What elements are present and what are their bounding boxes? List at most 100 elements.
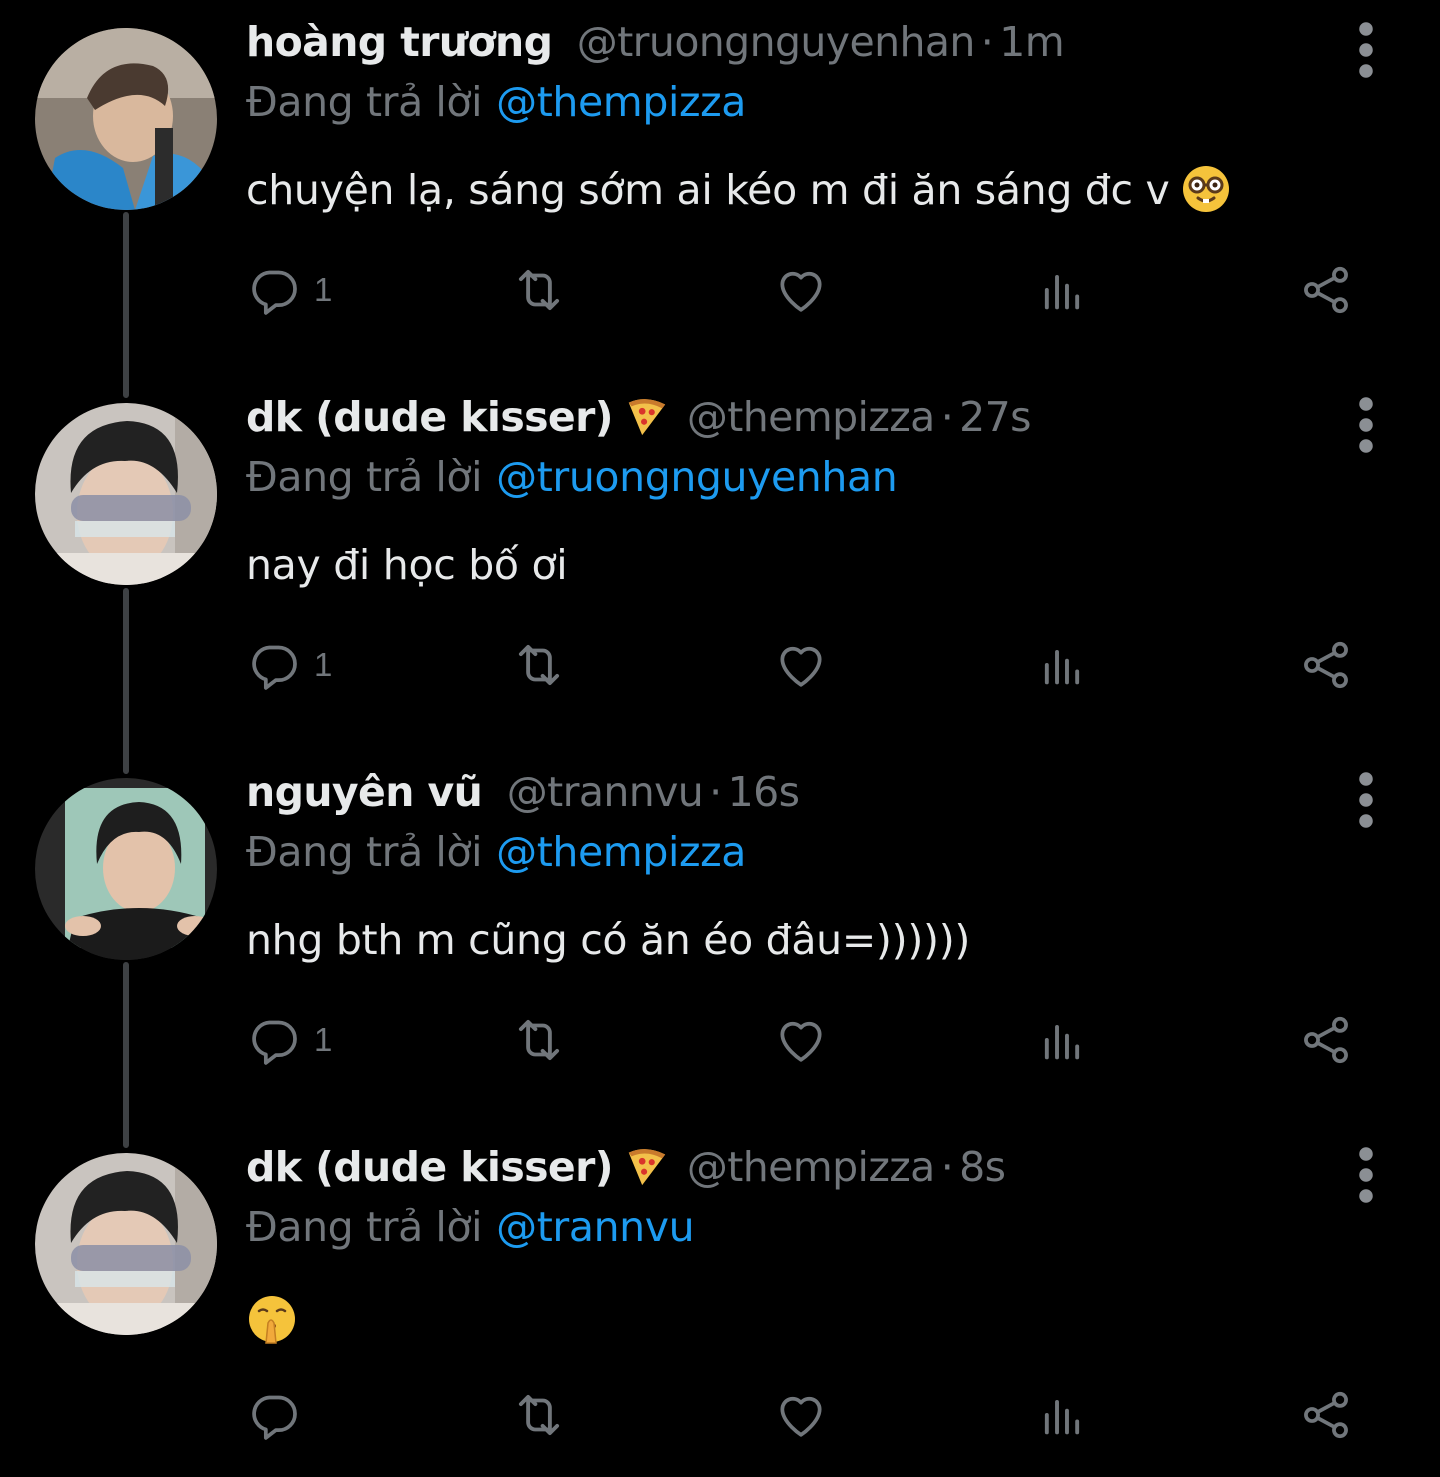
tweet[interactable]: hoàng trương @truongnguyenhan · 1m Đang tr… xyxy=(0,0,1440,375)
action-bar: 1 xyxy=(246,260,1366,320)
handle[interactable]: @truongnguyenhan xyxy=(577,18,976,66)
pizza-icon xyxy=(623,393,669,439)
share-button[interactable] xyxy=(1298,1385,1354,1445)
tweet-header: nguyên vũ @trannvu · 16s xyxy=(246,762,800,822)
like-button[interactable] xyxy=(773,635,829,695)
separator: · xyxy=(709,768,722,816)
tweet-header: dk (dude kisser) @thempizza · 8s xyxy=(246,1137,1006,1197)
avatar[interactable] xyxy=(35,28,217,210)
reply-button[interactable] xyxy=(246,1385,302,1445)
share-button[interactable] xyxy=(1298,1010,1354,1070)
reply-icon xyxy=(246,637,302,693)
retweet-button[interactable] xyxy=(510,1010,568,1070)
replying-to: Đang trả lời @trannvu xyxy=(246,1197,695,1257)
reply-icon xyxy=(246,1387,302,1443)
avatar[interactable] xyxy=(35,403,217,585)
share-icon xyxy=(1298,262,1354,318)
share-icon xyxy=(1298,637,1354,693)
replying-to-label: Đang trả lời xyxy=(246,78,483,126)
reply-button[interactable]: 1 xyxy=(246,1010,332,1070)
replying-to-label: Đang trả lời xyxy=(246,1203,483,1251)
action-bar: 1 xyxy=(246,1010,1366,1070)
views-button[interactable] xyxy=(1036,1010,1088,1070)
more-button[interactable] xyxy=(1350,770,1382,830)
replying-to: Đang trả lời @thempizza xyxy=(246,822,746,882)
display-name[interactable]: hoàng trương xyxy=(246,18,553,66)
timestamp[interactable]: 16s xyxy=(728,768,800,816)
tweet-text: chuyện lạ, sáng sớm ai kéo m đi ăn sáng … xyxy=(246,158,1231,222)
pizza-icon xyxy=(623,1143,669,1189)
display-name[interactable]: dk (dude kisser) xyxy=(246,1143,613,1191)
separator: · xyxy=(980,18,994,66)
timestamp[interactable]: 1m xyxy=(999,18,1064,66)
replying-to-label: Đang trả lời xyxy=(246,828,483,876)
share-button[interactable] xyxy=(1298,635,1354,695)
views-button[interactable] xyxy=(1036,635,1088,695)
separator: · xyxy=(940,393,954,441)
tweet-header: hoàng trương @truongnguyenhan · 1m xyxy=(246,12,1065,72)
share-button[interactable] xyxy=(1298,260,1354,320)
avatar[interactable] xyxy=(35,1153,217,1335)
reply-button[interactable]: 1 xyxy=(246,260,332,320)
views-icon xyxy=(1036,1389,1088,1441)
action-bar xyxy=(246,1385,1366,1445)
views-icon xyxy=(1036,264,1088,316)
heart-icon xyxy=(773,262,829,318)
mention-link[interactable]: @thempizza xyxy=(496,828,746,876)
retweet-button[interactable] xyxy=(510,635,568,695)
views-icon xyxy=(1036,639,1088,691)
more-vertical-icon xyxy=(1350,770,1382,830)
tweet-header: dk (dude kisser) @thempizza · 27s xyxy=(246,387,1031,447)
views-button[interactable] xyxy=(1036,1385,1088,1445)
reply-icon xyxy=(246,262,302,318)
more-button[interactable] xyxy=(1350,395,1382,455)
reply-button[interactable]: 1 xyxy=(246,635,332,695)
separator: · xyxy=(940,1143,954,1191)
share-icon xyxy=(1298,1387,1354,1443)
share-icon xyxy=(1298,1012,1354,1068)
more-vertical-icon xyxy=(1350,395,1382,455)
tweet-text-content: nhg bth m cũng có ăn éo đâu=)))))) xyxy=(246,916,971,964)
shushing-face-emoji-icon xyxy=(246,1293,298,1345)
display-name[interactable]: nguyên vũ xyxy=(246,768,483,816)
tweet-text-content: chuyện lạ, sáng sớm ai kéo m đi ăn sáng … xyxy=(246,166,1170,214)
replying-to-label: Đang trả lời xyxy=(246,453,483,501)
tweet[interactable]: dk (dude kisser) @thempizza · 8s Đang trả l… xyxy=(0,1125,1440,1477)
timestamp[interactable]: 27s xyxy=(959,393,1031,441)
tweet[interactable]: nguyên vũ @trannvu · 16s Đang trả lời @them… xyxy=(0,750,1440,1125)
like-button[interactable] xyxy=(773,1385,829,1445)
replying-to: Đang trả lời @thempizza xyxy=(246,72,746,132)
more-button[interactable] xyxy=(1350,1145,1382,1205)
more-button[interactable] xyxy=(1350,20,1382,80)
retweet-icon xyxy=(510,261,568,319)
timestamp[interactable]: 8s xyxy=(959,1143,1006,1191)
views-button[interactable] xyxy=(1036,260,1088,320)
retweet-icon xyxy=(510,636,568,694)
reply-icon xyxy=(246,1012,302,1068)
handle[interactable]: @thempizza xyxy=(687,393,935,441)
display-name[interactable]: dk (dude kisser) xyxy=(246,393,613,441)
retweet-button[interactable] xyxy=(510,1385,568,1445)
mention-link[interactable]: @trannvu xyxy=(496,1203,694,1251)
like-button[interactable] xyxy=(773,260,829,320)
mention-link[interactable]: @thempizza xyxy=(496,78,746,126)
retweet-button[interactable] xyxy=(510,260,568,320)
mention-link[interactable]: @truongnguyenhan xyxy=(496,453,898,501)
heart-icon xyxy=(773,1012,829,1068)
heart-icon xyxy=(773,1387,829,1443)
handle[interactable]: @thempizza xyxy=(687,1143,935,1191)
like-button[interactable] xyxy=(773,1010,829,1070)
replying-to: Đang trả lời @truongnguyenhan xyxy=(246,447,898,507)
retweet-icon xyxy=(510,1011,568,1069)
views-icon xyxy=(1036,1014,1088,1066)
handle[interactable]: @trannvu xyxy=(507,768,704,816)
reply-count: 1 xyxy=(314,646,333,683)
avatar[interactable] xyxy=(35,778,217,960)
reply-count: 1 xyxy=(314,1021,333,1058)
tweet-text: nay đi học bố ơi xyxy=(246,533,568,597)
tweet[interactable]: dk (dude kisser) @thempizza · 27s Đang trả … xyxy=(0,375,1440,750)
more-vertical-icon xyxy=(1350,20,1382,80)
retweet-icon xyxy=(510,1386,568,1444)
tweet-text-content: nay đi học bố ơi xyxy=(246,541,568,589)
nerd-face-emoji-icon xyxy=(1181,164,1231,214)
